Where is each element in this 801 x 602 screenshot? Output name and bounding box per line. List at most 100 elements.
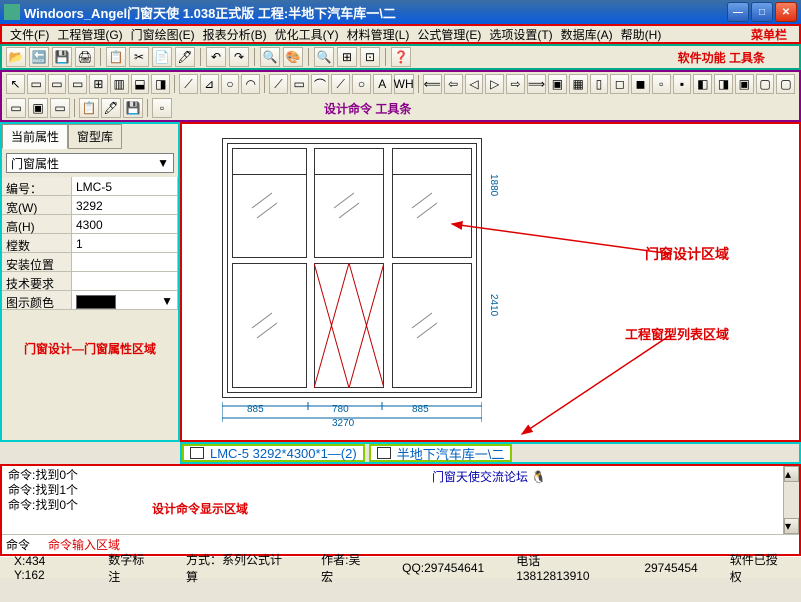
design-tool-b4[interactable]: 📋 <box>79 98 99 118</box>
design-tool-b6[interactable]: 💾 <box>123 98 143 118</box>
menu-report[interactable]: 报表分析(B) <box>199 25 271 44</box>
undo-icon[interactable]: ↶ <box>206 47 226 67</box>
menu-optimize[interactable]: 优化工具(Y) <box>271 25 343 44</box>
design-tool-32[interactable]: ◼ <box>631 74 650 94</box>
design-tool-24[interactable]: ◁ <box>465 74 484 94</box>
window-list-item[interactable]: LMC-5 3292*4300*1—(2) <box>182 444 365 462</box>
design-tool-3[interactable]: ▭ <box>68 74 87 94</box>
redo-icon[interactable]: ↷ <box>229 47 249 67</box>
design-tool-16[interactable]: ⌒ <box>311 74 330 94</box>
project-list-item[interactable]: 半地下汽车库一\二 <box>369 444 513 462</box>
design-tool-25[interactable]: ▷ <box>485 74 504 94</box>
palette-icon[interactable]: 🎨 <box>283 47 303 67</box>
menu-project[interactable]: 工程管理(G) <box>53 25 126 44</box>
edit-icon[interactable]: 🖊 <box>175 47 195 67</box>
prop-value[interactable]: 4300 <box>72 215 178 234</box>
menu-file[interactable]: 文件(F) <box>6 25 53 44</box>
design-tool-b5[interactable]: 🖊 <box>101 98 121 118</box>
property-type-dropdown[interactable]: 门窗属性 ▼ <box>6 153 174 173</box>
minimize-button[interactable]: — <box>727 2 749 22</box>
prop-value[interactable]: LMC-5 <box>72 177 178 196</box>
prop-label: 图示颜色 <box>2 291 72 310</box>
prop-value[interactable]: 1 <box>72 234 178 253</box>
design-tool-39[interactable]: ▢ <box>776 74 795 94</box>
design-tool-15[interactable]: ▭ <box>290 74 309 94</box>
design-tool-29[interactable]: ▦ <box>569 74 588 94</box>
scroll-down-button[interactable]: ▾ <box>784 518 799 534</box>
scroll-up-button[interactable]: ▴ <box>784 466 799 482</box>
tab-current-props[interactable]: 当前属性 <box>2 124 68 149</box>
design-tool-11[interactable]: ○ <box>221 74 240 94</box>
zoom-icon[interactable]: 🔍 <box>260 47 280 67</box>
log-line: 命令:找到0个 <box>8 468 208 483</box>
design-tool-37[interactable]: ▣ <box>735 74 754 94</box>
design-tool-33[interactable]: ▫ <box>652 74 671 94</box>
design-tool-27[interactable]: ⟹ <box>527 74 546 94</box>
menu-formula[interactable]: 公式管理(E) <box>413 25 485 44</box>
prop-label: 高(H) <box>2 215 72 234</box>
window-titlebar: Windoors_Angel门窗天使 1.038正式版 工程:半地下汽车库一\二… <box>0 0 801 24</box>
status-digit: 数字标注 <box>102 551 160 585</box>
app-icon <box>4 4 20 20</box>
menu-draw[interactable]: 门窗绘图(E) <box>127 25 199 44</box>
color-swatch[interactable] <box>76 295 116 309</box>
design-tool-2[interactable]: ▭ <box>48 74 67 94</box>
save-icon[interactable]: 💾 <box>52 47 72 67</box>
prop-value[interactable] <box>72 272 178 291</box>
menu-database[interactable]: 数据库(A) <box>557 25 617 44</box>
prop-value[interactable]: 3292 <box>72 196 178 215</box>
dropdown-value: 门窗属性 <box>11 155 59 172</box>
design-tool-b2[interactable]: ▭ <box>50 98 70 118</box>
command-input[interactable]: 命令输入区域 <box>48 536 795 553</box>
design-tool-38[interactable]: ▢ <box>756 74 775 94</box>
design-tool-5[interactable]: ▥ <box>110 74 129 94</box>
design-tool-14[interactable]: ⟋ <box>269 74 288 94</box>
print-icon[interactable]: 🖨 <box>75 47 95 67</box>
design-tool-17[interactable]: ⟋ <box>331 74 350 94</box>
design-tool-1[interactable]: ▭ <box>27 74 46 94</box>
design-tool-36[interactable]: ◨ <box>714 74 733 94</box>
chevron-down-icon: ▼ <box>153 156 169 170</box>
design-tool-18[interactable]: ○ <box>352 74 371 94</box>
design-tool-b1[interactable]: ▣ <box>28 98 48 118</box>
design-tool-35[interactable]: ◧ <box>693 74 712 94</box>
cut-icon[interactable]: ✂ <box>129 47 149 67</box>
design-tool-4[interactable]: ⊞ <box>89 74 108 94</box>
design-tool-34[interactable]: ▪ <box>673 74 692 94</box>
grid-icon[interactable]: ⊞ <box>337 47 357 67</box>
menu-material[interactable]: 材料管理(L) <box>343 25 414 44</box>
design-tool-10[interactable]: ⊿ <box>200 74 219 94</box>
design-canvas[interactable]: 885 780 885 3270 2410 1880 门窗设计区域 工程窗型列表… <box>180 122 801 442</box>
close-button[interactable]: ✕ <box>775 2 797 22</box>
prop-value[interactable] <box>72 253 178 272</box>
menu-options[interactable]: 选项设置(T) <box>485 25 556 44</box>
design-tool-b0[interactable]: ▭ <box>6 98 26 118</box>
log-scrollbar[interactable]: ▴ ▾ <box>783 466 799 534</box>
design-tool-20[interactable]: WH <box>394 74 414 94</box>
design-tool-12[interactable]: ◠ <box>241 74 260 94</box>
design-tool-6[interactable]: ⬓ <box>131 74 150 94</box>
forum-link[interactable]: 门窗天使交流论坛 🐧 <box>432 468 546 485</box>
design-tool-b8[interactable]: ▫ <box>152 98 172 118</box>
open-icon[interactable]: 📂 <box>6 47 26 67</box>
maximize-button[interactable]: □ <box>751 2 773 22</box>
back-icon[interactable]: 🔙 <box>29 47 49 67</box>
tab-window-library[interactable]: 窗型库 <box>68 124 122 149</box>
search-icon[interactable]: 🔍 <box>314 47 334 67</box>
paste-icon[interactable]: 📄 <box>152 47 172 67</box>
design-tool-26[interactable]: ⇨ <box>506 74 525 94</box>
design-tool-0[interactable]: ↖ <box>6 74 25 94</box>
menu-help[interactable]: 帮助(H) <box>617 25 666 44</box>
design-tool-9[interactable]: ⟋ <box>179 74 198 94</box>
copy-icon[interactable]: 📋 <box>106 47 126 67</box>
design-tool-19[interactable]: A <box>373 74 392 94</box>
design-tool-22[interactable]: ⟸ <box>423 74 442 94</box>
prop-value[interactable]: ▼ <box>72 291 178 310</box>
design-tool-31[interactable]: ◻ <box>610 74 629 94</box>
design-tool-30[interactable]: ▯ <box>590 74 609 94</box>
design-tool-7[interactable]: ◨ <box>151 74 170 94</box>
design-tool-23[interactable]: ⇦ <box>444 74 463 94</box>
grid2-icon[interactable]: ⊡ <box>360 47 380 67</box>
help-icon[interactable]: ❓ <box>391 47 411 67</box>
design-tool-28[interactable]: ▣ <box>548 74 567 94</box>
